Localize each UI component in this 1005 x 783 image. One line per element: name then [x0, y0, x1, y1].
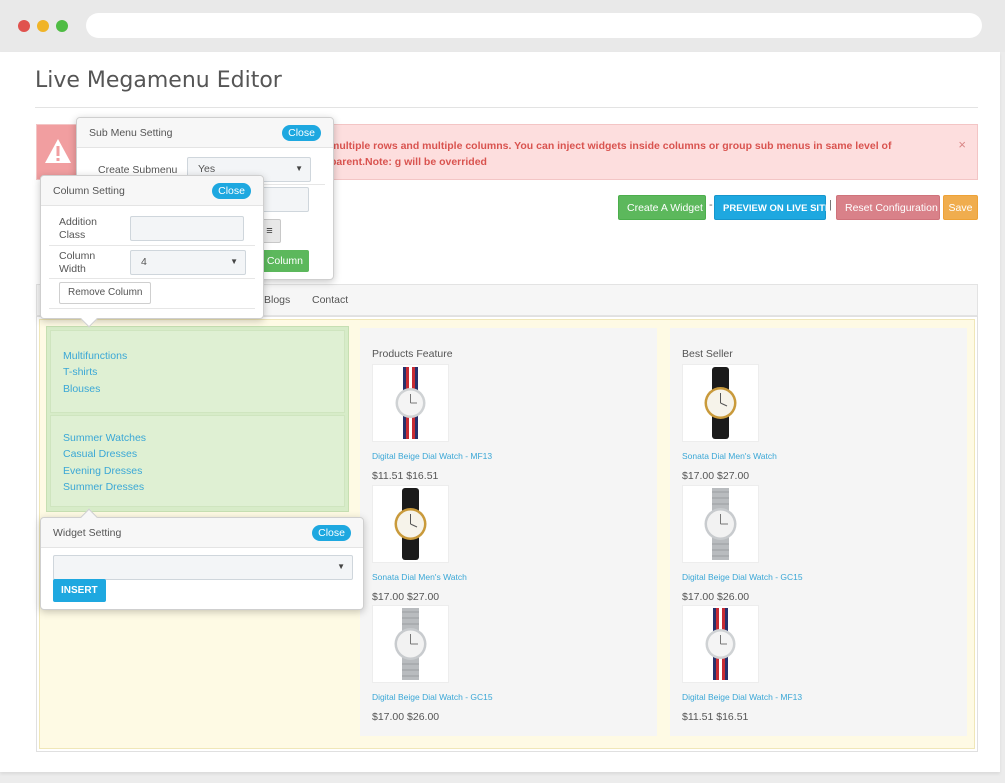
toolbar-separator: -	[709, 199, 713, 211]
popup-header: Column Setting Close	[41, 176, 263, 206]
popup-header: Sub Menu Setting Close	[77, 118, 333, 148]
product-name-link[interactable]: Digital Beige Dial Watch - MF13	[372, 451, 492, 461]
popup-title: Sub Menu Setting	[89, 127, 173, 139]
striped-strap-watch-icon	[395, 367, 426, 439]
caret-down-icon: ▼	[337, 562, 345, 571]
popup-title: Column Setting	[53, 185, 125, 197]
product-price: $11.51 $16.51	[372, 470, 439, 482]
black-leather-watch-icon	[704, 367, 737, 439]
window-minimize-dot[interactable]	[37, 20, 49, 32]
addition-class-label: Addition Class	[59, 216, 97, 241]
mesh-strap-watch-icon	[394, 608, 427, 680]
menu-item-contact[interactable]: Contact	[312, 294, 348, 306]
link-group[interactable]: Multifunctions T-shirts Blouses	[50, 330, 345, 413]
product-item[interactable]: Digital Beige Dial Watch - MF13 $11.51 $…	[372, 364, 572, 484]
product-price: $17.00 $27.00	[372, 591, 440, 603]
alert-close-icon[interactable]: ×	[958, 137, 966, 152]
column-width-label: Column Width	[59, 250, 96, 275]
product-name-link[interactable]: Sonata Dial Men's Watch	[372, 572, 467, 582]
close-button[interactable]: Close	[312, 525, 351, 541]
product-price: $17.00 $26.00	[372, 711, 440, 723]
product-price: $11.51 $16.51	[682, 711, 749, 723]
column-setting-popup: Column Setting Close Addition Class Colu…	[40, 175, 264, 328]
product-item[interactable]: Digital Beige Dial Watch - MF13 $11.51 $…	[682, 605, 882, 725]
window-maximize-dot[interactable]	[56, 20, 68, 32]
products-feature-column[interactable]: Products Feature Digital Beige Dial Watc…	[360, 328, 657, 736]
submenu-link[interactable]: T-shirts	[63, 364, 127, 380]
caret-down-icon: ▼	[230, 257, 238, 266]
divider	[49, 278, 255, 279]
product-name-link[interactable]: Digital Beige Dial Watch - GC15	[372, 692, 493, 702]
submenu-link[interactable]: Summer Dresses	[63, 479, 146, 495]
submenu-link[interactable]: Multifunctions	[63, 348, 127, 364]
toolbar-separator: |	[829, 199, 832, 211]
save-button[interactable]: Save	[943, 195, 978, 220]
popup-title: Widget Setting	[53, 527, 122, 539]
divider	[49, 245, 255, 246]
close-button[interactable]: Close	[282, 125, 321, 141]
product-price: $17.00 $27.00	[682, 470, 750, 482]
popup-header: Widget Setting Close	[41, 518, 363, 548]
column-width-select[interactable]: 4 ▼	[130, 250, 246, 275]
product-item[interactable]: Digital Beige Dial Watch - GC15 $17.00 $…	[682, 485, 882, 605]
window-close-dot[interactable]	[18, 20, 30, 32]
preview-live-site-button[interactable]: PREVIEW ON LIVE SITE	[714, 195, 831, 220]
alert-badge	[37, 125, 79, 179]
product-item[interactable]: Digital Beige Dial Watch - GC15 $17.00 $…	[372, 605, 572, 725]
widget-select[interactable]: ▼	[53, 555, 353, 580]
divider	[49, 308, 255, 309]
mesh-strap-watch-icon	[704, 488, 737, 560]
browser-chrome	[0, 0, 1005, 52]
page-title: Live Megamenu Editor	[35, 68, 282, 93]
submenu-link[interactable]: Blouses	[63, 381, 127, 397]
product-thumbnail[interactable]	[372, 605, 449, 683]
address-bar[interactable]	[86, 13, 982, 38]
column-title: Products Feature	[372, 348, 453, 360]
column-width-value: 4	[141, 256, 147, 268]
striped-strap-watch-icon	[705, 608, 736, 680]
product-name-link[interactable]: Digital Beige Dial Watch - GC15	[682, 572, 803, 582]
black-leather-watch-icon	[394, 488, 427, 560]
submenu-link[interactable]: Summer Watches	[63, 430, 146, 446]
link-group[interactable]: Summer Watches Casual Dresses Evening Dr…	[50, 415, 345, 507]
submenu-link[interactable]: Evening Dresses	[63, 463, 146, 479]
product-name-link[interactable]: Sonata Dial Men's Watch	[682, 451, 777, 461]
create-submenu-value: Yes	[198, 163, 216, 175]
warning-icon	[45, 139, 71, 163]
page-content: Live Megamenu Editor multiple rows and m…	[0, 52, 1000, 772]
create-widget-button[interactable]: Create A Widget	[618, 195, 706, 220]
product-thumbnail[interactable]	[682, 605, 759, 683]
title-divider	[35, 107, 978, 108]
alert-message: multiple rows and multiple columns. You …	[330, 140, 892, 168]
column-title: Best Seller	[682, 348, 733, 360]
best-seller-column[interactable]: Best Seller Sonata Dial Men's Watch $17.…	[670, 328, 967, 736]
submenu-link[interactable]: Casual Dresses	[63, 446, 146, 462]
widget-setting-popup: Widget Setting Close ▼ INSERT	[40, 508, 364, 610]
insert-button[interactable]: INSERT	[53, 579, 106, 602]
product-thumbnail[interactable]	[682, 485, 759, 563]
caret-down-icon: ▼	[295, 164, 303, 173]
product-item[interactable]: Sonata Dial Men's Watch $17.00 $27.00	[372, 485, 572, 605]
addition-class-input[interactable]	[130, 216, 244, 241]
product-name-link[interactable]: Digital Beige Dial Watch - MF13	[682, 692, 802, 702]
add-column-button[interactable]: Column	[263, 250, 309, 272]
menu-item-blogs[interactable]: Blogs	[264, 294, 290, 306]
remove-column-button[interactable]: Remove Column	[59, 282, 152, 304]
product-price: $17.00 $26.00	[682, 591, 750, 603]
product-thumbnail[interactable]	[372, 364, 449, 442]
product-thumbnail[interactable]	[682, 364, 759, 442]
menu-column-links[interactable]: Multifunctions T-shirts Blouses Summer W…	[46, 326, 349, 512]
product-item[interactable]: Sonata Dial Men's Watch $17.00 $27.00	[682, 364, 882, 484]
close-button[interactable]: Close	[212, 183, 251, 199]
reset-configuration-button[interactable]: Reset Configuration	[836, 195, 940, 220]
product-thumbnail[interactable]	[372, 485, 449, 563]
